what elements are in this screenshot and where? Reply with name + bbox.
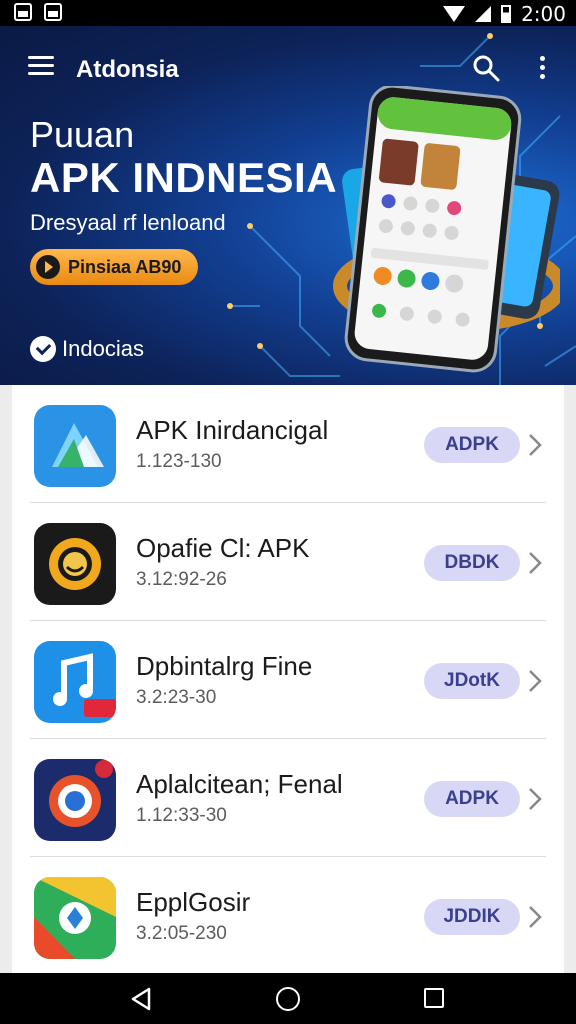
search-button[interactable] [472,54,500,82]
app-version: 1.12:33-30 [136,805,227,826]
app-version: 3.12:92-26 [136,569,227,590]
system-nav-bar [0,973,576,1024]
download-button[interactable]: ADPK [424,427,520,463]
clock: 2:00 [521,2,566,26]
app-list: APK Inirdancigal 1.123-130 ADPK Opafie C… [12,385,564,973]
list-item[interactable]: APK Inirdancigal 1.123-130 ADPK [30,385,546,503]
menu-button[interactable] [28,56,54,76]
chevron-right-icon [529,434,542,456]
more-options-button[interactable] [534,54,550,82]
app-name: Dpbintalrg Fine [136,651,313,681]
app-name: Opafie Cl: APK [136,533,310,563]
download-button[interactable]: DBDK [424,545,520,581]
hero-cta-label: Pinsiaa AB90 [68,256,182,277]
chevron-right-icon [529,788,542,810]
list-item[interactable]: Dpbintalrg Fine 3.2:23-30 JDotK [30,621,546,739]
app-icon [34,641,116,723]
hero-kicker: Puuan [30,114,135,155]
hero-banner: Atdonsia Puuan APK INDNESIA Dresyaal rf … [0,26,576,385]
chevron-right-icon [529,906,542,928]
app-version: 3.2:05-230 [136,923,227,944]
app-icon [34,523,116,605]
signal-icon [475,6,492,22]
app-name: APK Inirdancigal [136,415,329,445]
app-title: Atdonsia [76,56,179,83]
app-name: Aplalcitean; Fenal [136,769,343,799]
battery-icon [501,5,512,23]
download-button[interactable]: ADPK [424,781,520,817]
app-version: 3.2:23-30 [136,687,217,708]
status-bar: 2:00 [0,0,576,26]
wifi-icon [443,6,466,22]
app-name: EpplGosir [136,887,251,917]
download-button[interactable]: JDotK [424,663,520,699]
app-icon [34,877,116,959]
hero-cta-button[interactable]: Pinsiaa AB90 [30,249,198,285]
app-icon [34,759,116,841]
chevron-right-icon [529,552,542,574]
app-version: 1.123-130 [136,451,222,472]
phone-illustration [333,86,560,373]
search-icon [473,55,500,82]
home-button[interactable] [276,987,300,1011]
list-item[interactable]: EpplGosir 3.2:05-230 JDDIK [30,857,546,975]
list-item[interactable]: Aplalcitean; Fenal 1.12:33-30 ADPK [30,739,546,857]
app-notification-icon [44,3,62,21]
hero-subtitle: Dresyaal rf lenloand [30,210,226,235]
hero-title: APK INDNESIA [30,154,338,201]
back-button[interactable] [130,987,152,1011]
gallery-notification-icon [14,3,32,21]
app-icon [34,405,116,487]
play-icon [36,255,60,279]
checkmark-icon [30,336,56,362]
hero-brand-label: Indocias [62,336,144,361]
recent-apps-button[interactable] [424,988,444,1008]
chevron-right-icon [529,670,542,692]
download-button[interactable]: JDDIK [424,899,520,935]
list-item[interactable]: Opafie Cl: APK 3.12:92-26 DBDK [30,503,546,621]
hero-brand: Indocias [30,336,144,362]
